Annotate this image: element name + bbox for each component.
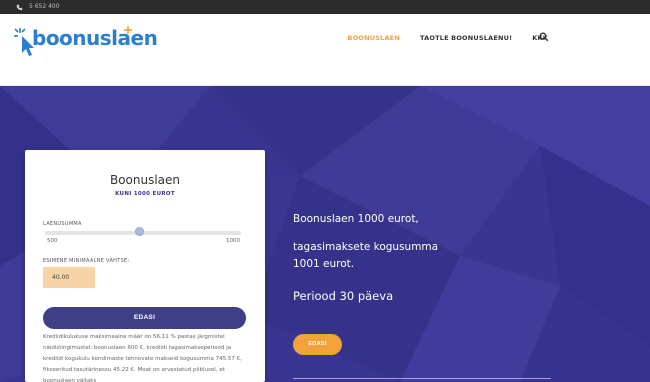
hero-line-3: 1001 eurot. bbox=[293, 258, 355, 270]
top-bar: 5 652 400 bbox=[0, 0, 650, 14]
hero-line-2: tagasimaksete kogusumma bbox=[293, 241, 439, 253]
main-nav: BOONUSLAEN TAOTLE BOONUSLAENU! KKK bbox=[348, 34, 548, 42]
hero-line-1: Boonuslaen 1000 eurot, bbox=[293, 213, 419, 225]
slider-max-label: 1000 bbox=[226, 238, 240, 244]
plus-icon bbox=[124, 26, 132, 34]
phone-icon bbox=[16, 4, 23, 10]
logo[interactable]: boonuslaen bbox=[14, 22, 158, 62]
site-header: boonuslaen BOONUSLAEN TAOTLE BOONUSLAENU… bbox=[0, 14, 650, 86]
amount-label: LAENUSUMMA bbox=[43, 221, 82, 227]
search-icon[interactable] bbox=[539, 32, 549, 42]
hero-continue-button[interactable]: EDASI bbox=[293, 334, 342, 355]
phone-number: 5 652 400 bbox=[29, 3, 60, 10]
hero-divider bbox=[293, 378, 551, 379]
amount-slider-handle[interactable] bbox=[134, 227, 144, 236]
disclaimer-text: Krediidikulukuse maksimaalne määr on 56.… bbox=[43, 334, 242, 382]
hero-period: Periood 30 päeva bbox=[293, 289, 394, 303]
nav-taotle-boonuslaenu[interactable]: TAOTLE BOONUSLAENU! bbox=[420, 34, 512, 42]
min-payment-value: 40.00 bbox=[43, 267, 95, 288]
loan-calculator-card: Boonuslaen KUNI 1000 EUROT LAENUSUMMA 50… bbox=[25, 150, 265, 382]
nav-boonuslaen[interactable]: BOONUSLAEN bbox=[348, 34, 400, 42]
slider-min-label: 500 bbox=[47, 238, 58, 244]
card-subtitle: KUNI 1000 EUROT bbox=[115, 191, 175, 197]
min-payment-label: ESIMENE MINIMAALNE VAHTSE: bbox=[43, 258, 130, 264]
card-title: Boonuslaen bbox=[109, 173, 181, 187]
logo-text: boonuslaen bbox=[32, 26, 158, 50]
card-continue-button[interactable]: EDASI bbox=[43, 307, 246, 329]
phone-contact[interactable]: 5 652 400 bbox=[16, 2, 60, 12]
